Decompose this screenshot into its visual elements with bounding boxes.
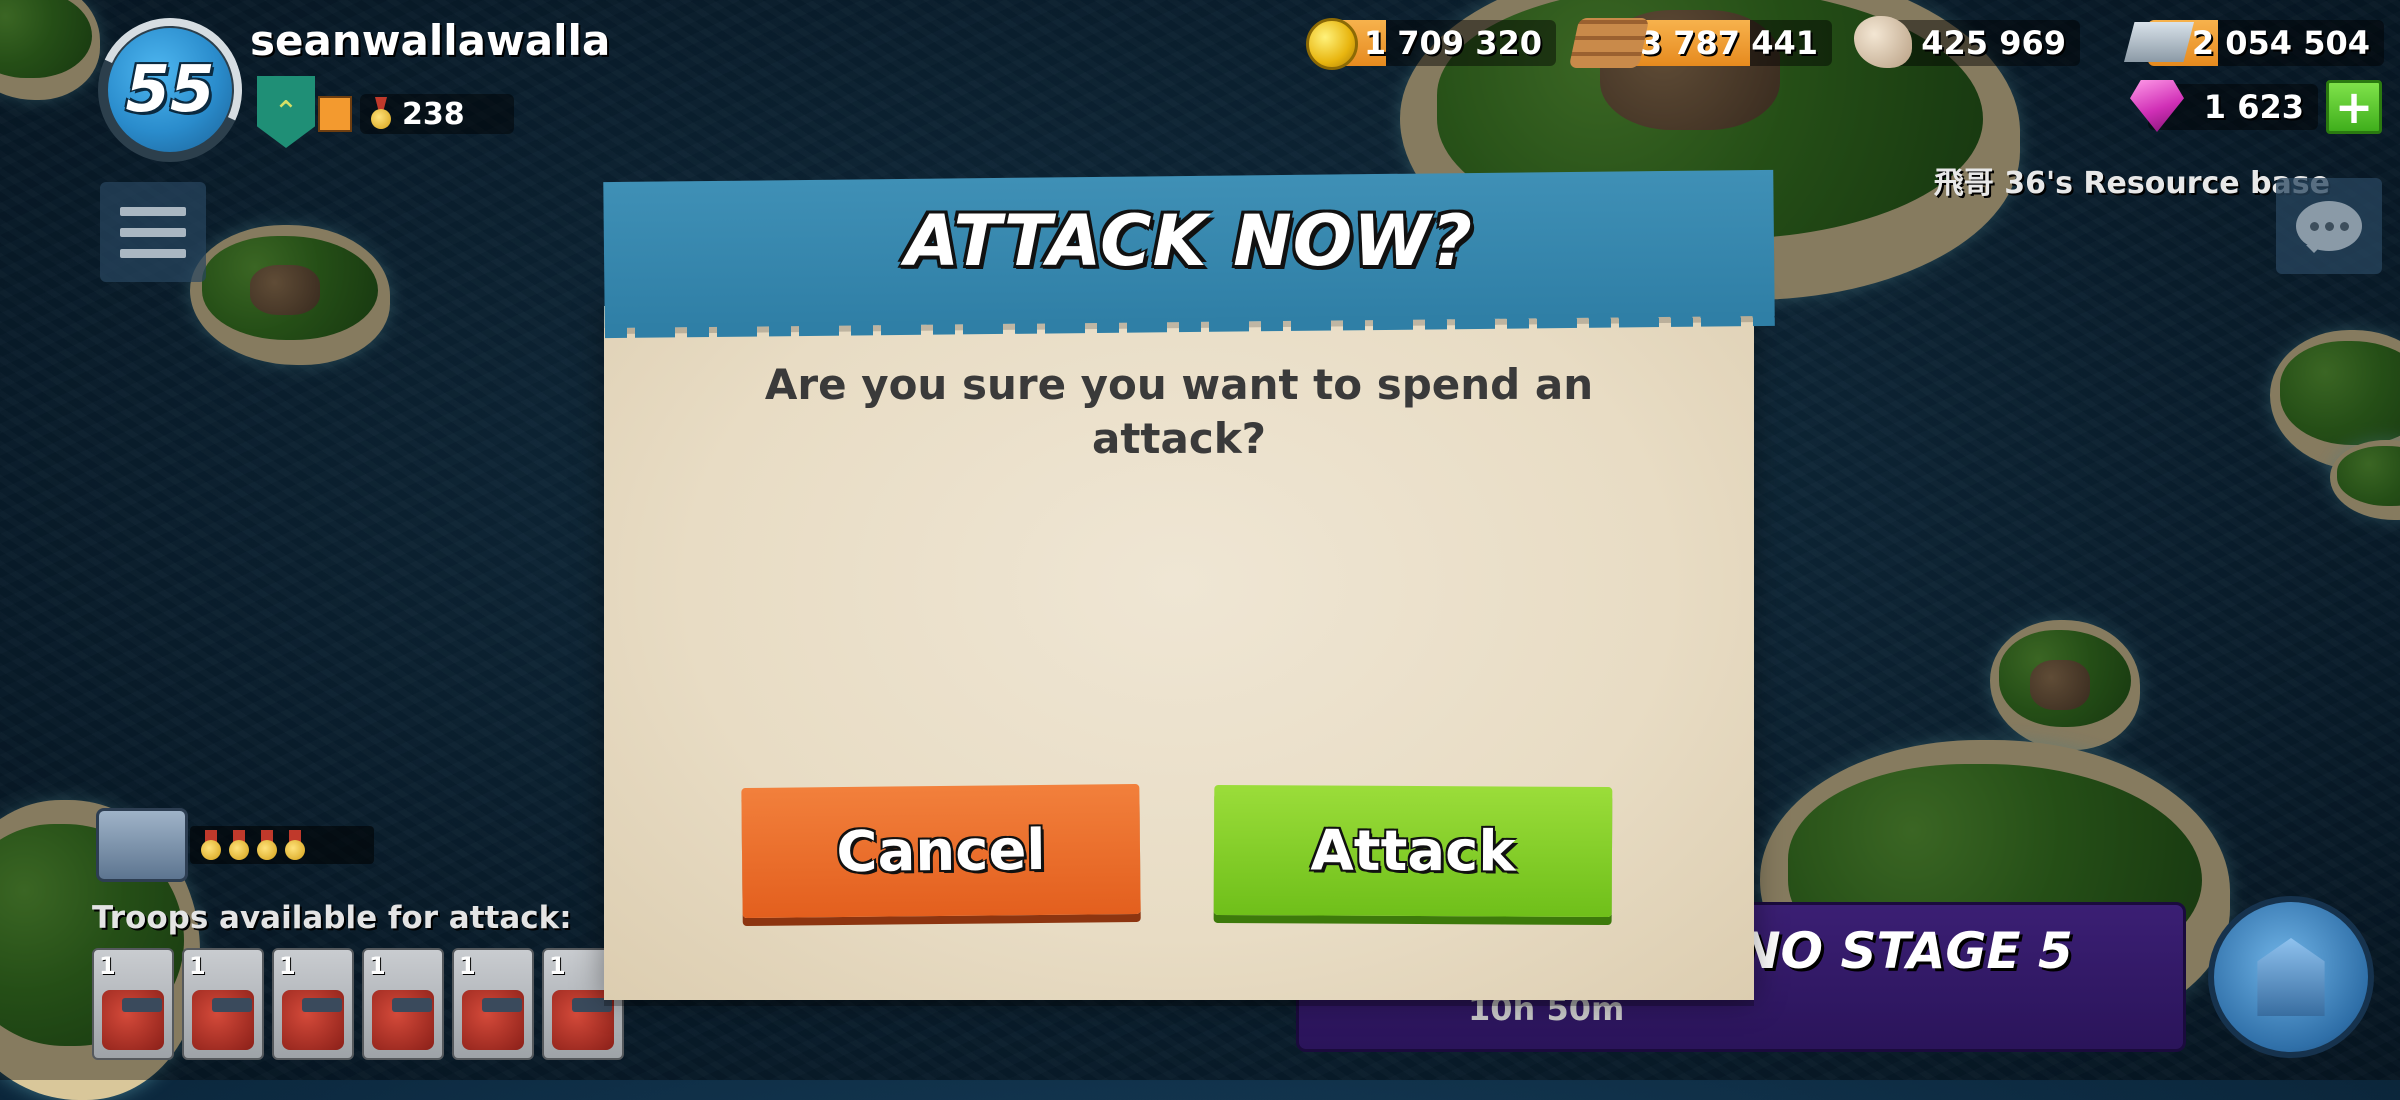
troop-count: 1: [369, 952, 386, 980]
medal-icon: [256, 830, 278, 860]
medal-count[interactable]: 238: [360, 94, 514, 134]
headquarters-icon: [2257, 938, 2325, 1016]
troop-card[interactable]: 1: [452, 948, 534, 1060]
player-name[interactable]: seanwallawalla: [250, 16, 610, 65]
troop-count: 1: [549, 952, 566, 980]
gold-coin-icon: [1306, 18, 1358, 70]
medal-count-value: 238: [402, 96, 465, 132]
buy-diamonds-button[interactable]: +: [2326, 80, 2382, 134]
chat-button[interactable]: [2276, 178, 2382, 274]
wood-value: 3 787 441: [1639, 24, 1818, 62]
medal-progress: [190, 826, 374, 864]
gold-value: 1 709 320: [1363, 24, 1542, 62]
iron-value: 2 054 504: [2191, 24, 2370, 62]
tank-icon: [282, 990, 344, 1050]
troop-card[interactable]: 1: [362, 948, 444, 1060]
cancel-button[interactable]: Cancel: [741, 783, 1141, 919]
stone-value: 425 969: [1921, 24, 2066, 62]
medal-icon: [228, 830, 250, 860]
troop-card[interactable]: 1: [182, 948, 264, 1060]
medal-icon: [200, 830, 222, 860]
player-level-badge[interactable]: 55: [77, 0, 263, 183]
troop-list: 1 1 1 1 1 1: [92, 948, 624, 1060]
dialog-question: Are you sure you want to spend an attack…: [764, 360, 1594, 463]
rank-progress-bar: [318, 96, 352, 132]
tank-icon: [372, 990, 434, 1050]
troop-count: 1: [189, 952, 206, 980]
resource-gold[interactable]: 1 709 320: [1330, 20, 1556, 66]
medal-icon: [284, 830, 306, 860]
diamonds-value: 1 623: [2203, 88, 2304, 126]
troop-count: 1: [99, 952, 116, 980]
attack-button[interactable]: Attack: [1213, 784, 1613, 918]
troop-card[interactable]: 1: [272, 948, 354, 1060]
iron-icon: [2124, 22, 2194, 62]
reward-chest-icon[interactable]: [96, 808, 188, 882]
attack-confirm-dialog: ATTACK NOW? Are you sure you want to spe…: [603, 169, 1775, 1000]
chat-bubble-icon: [2296, 201, 2362, 253]
troop-card[interactable]: 1: [92, 948, 174, 1060]
base-owner-label: 飛哥 36's Resource base: [1933, 166, 2330, 201]
dialog-title: ATTACK NOW?: [904, 200, 1474, 282]
headquarters-button[interactable]: [2208, 896, 2374, 1058]
plus-icon: +: [2334, 80, 2374, 134]
troop-count: 1: [279, 952, 296, 980]
hamburger-icon: [120, 206, 186, 216]
tank-icon: [192, 990, 254, 1050]
tank-icon: [102, 990, 164, 1050]
wood-icon: [1568, 18, 1650, 68]
troops-available-label: Troops available for attack:: [92, 900, 572, 936]
menu-button[interactable]: [100, 182, 206, 282]
troop-count: 1: [459, 952, 476, 980]
tank-icon: [462, 990, 524, 1050]
medal-icon: [368, 97, 394, 131]
